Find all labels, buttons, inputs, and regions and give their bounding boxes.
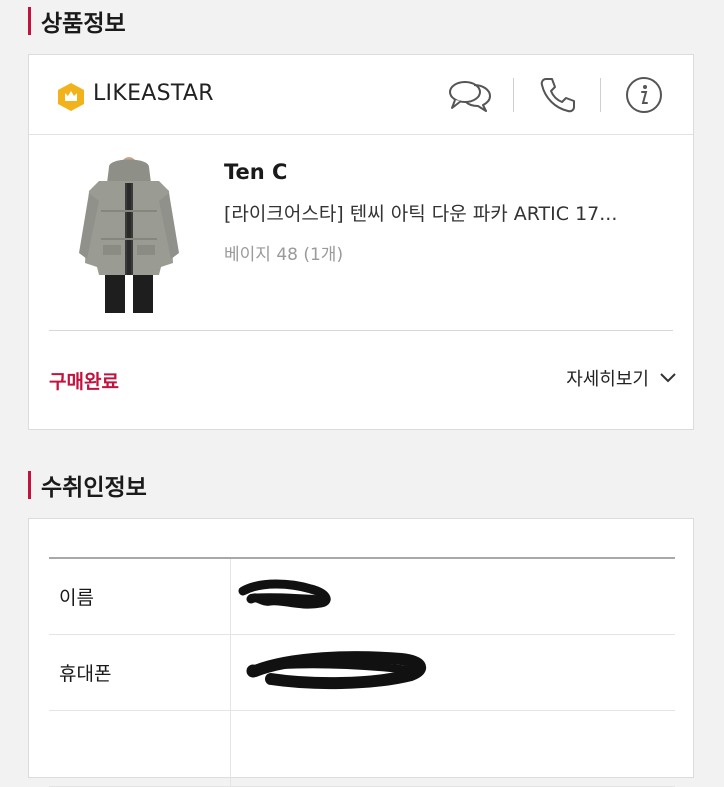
product-option: 베이지 48 (1개) [224,245,344,265]
heading-accent-bar [28,7,31,35]
icon-separator [600,78,601,112]
seller-header: LIKEASTAR [29,55,693,135]
table-row: 휴대폰 [49,635,675,711]
redaction-scribble [238,579,331,609]
name-value-redacted [231,559,675,634]
chevron-down-icon [660,373,676,383]
table-row: 이름 [49,559,675,635]
product-brand: Ten C [224,160,288,184]
phone-label: 휴대폰 [49,635,231,710]
recipient-info-heading: 수취인정보 [28,468,147,502]
recipient-info-title: 수취인정보 [41,475,147,501]
seller-name[interactable]: LIKEASTAR [93,81,214,106]
product-image[interactable] [69,153,189,313]
product-info-title: 상품정보 [41,11,126,37]
view-details-label: 자세히보기 [566,369,649,390]
phone-icon[interactable] [534,75,580,115]
crown-badge-icon [58,83,84,111]
redaction-scribble [246,651,427,690]
recipient-card: 이름 휴대폰 [28,518,694,787]
product-card: LIKEASTAR Ten C [라이크어스타] 텐씨 아틱 다운 파카 ART… [28,54,694,430]
product-info-heading: 상품정보 [28,4,126,38]
phone-value-redacted [231,635,675,710]
divider [49,330,673,331]
product-title[interactable]: [라이크어스타] 텐씨 아틱 다운 파카 ARTIC 17... [224,199,682,226]
name-label: 이름 [49,559,231,634]
view-details-button[interactable]: 자세히보기 [566,365,677,391]
table-row [49,711,675,787]
icon-separator [513,78,514,112]
heading-accent-bar [28,471,31,499]
order-status: 구매완료 [49,371,119,393]
info-icon[interactable] [621,75,667,115]
seller-actions [447,75,667,115]
chat-icon[interactable] [447,75,493,115]
recipient-table: 이름 휴대폰 [49,557,675,787]
product-item[interactable]: Ten C [라이크어스타] 텐씨 아틱 다운 파카 ARTIC 17... 베… [29,135,693,331]
